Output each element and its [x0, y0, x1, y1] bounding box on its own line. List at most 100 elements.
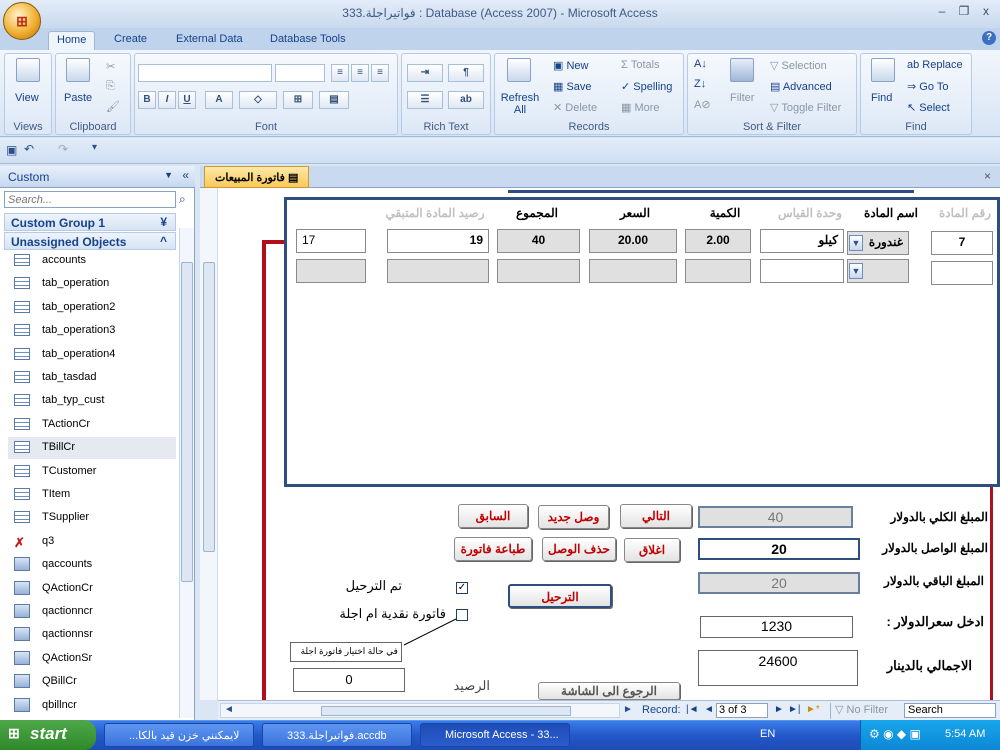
font-size-combo[interactable] — [275, 64, 325, 82]
new-extra-field[interactable] — [296, 259, 366, 283]
nav-item-q3[interactable]: ✗ q3 — [8, 531, 176, 553]
find-button[interactable]: Find — [871, 92, 892, 104]
back-main-button[interactable]: الرجوع الى الشاشة — [538, 682, 680, 700]
close-button[interactable]: x — [976, 4, 996, 20]
format-painter-icon[interactable]: 🖌 — [106, 100, 120, 113]
new-price-field[interactable] — [589, 259, 677, 283]
restore-button[interactable]: ❐ — [954, 4, 974, 20]
nav-item-tab_typ_cust[interactable]: tab_typ_cust — [8, 390, 176, 412]
record-search-field[interactable]: Search — [904, 703, 996, 718]
nav-item-accounts[interactable]: accounts — [8, 250, 176, 272]
toggle-filter-button[interactable]: ▽ Toggle Filter — [770, 101, 841, 114]
form-scroll-thumb[interactable] — [203, 262, 215, 552]
office-button[interactable]: ⊞ — [3, 2, 41, 40]
align-center-icon[interactable]: ≡ — [351, 64, 369, 82]
nav-group-custom[interactable]: Custom Group 1 ¥ — [4, 213, 176, 231]
redo-icon[interactable]: ↷ — [58, 142, 68, 156]
nav-item-qactionncr[interactable]: qactionncr — [8, 601, 176, 623]
post-button[interactable]: الترحيل — [508, 584, 612, 608]
task-browser[interactable]: ...لايمكنني خزن قيد بالكا — [104, 723, 254, 747]
customize-qat-icon[interactable]: ▾ — [92, 142, 97, 153]
nav-dropdown-icon[interactable]: ▼ — [164, 170, 173, 180]
search-icon[interactable]: ⌕ — [179, 192, 186, 207]
filter-button[interactable]: Filter — [730, 92, 754, 104]
nav-header[interactable]: Custom ▼ « — [0, 166, 195, 188]
scroll-right-icon[interactable]: ► — [623, 704, 633, 715]
new-qty-field[interactable] — [685, 259, 751, 283]
new-item-no-field[interactable] — [931, 261, 993, 285]
qty-field[interactable]: 2.00 — [685, 229, 751, 253]
no-filter-button[interactable]: ▽ No Filter — [830, 703, 888, 719]
dropdown-arrow-icon[interactable]: ▼ — [849, 263, 863, 279]
nav-item-tab_operation2[interactable]: tab_operation2 — [8, 297, 176, 319]
highlight-icon[interactable]: ab — [448, 91, 484, 109]
form-vscroll[interactable] — [200, 188, 218, 700]
delete-receipt-button[interactable]: حذف الوصل — [542, 537, 616, 561]
tab-external-data[interactable]: External Data — [168, 31, 251, 50]
close-form-icon[interactable]: × — [984, 169, 991, 183]
language-indicator[interactable]: EN — [760, 728, 775, 740]
underline-button[interactable]: U — [178, 91, 196, 109]
tray-icons[interactable]: ⚙ ◉ ◆ ▣ — [869, 727, 921, 741]
prev-record-icon[interactable]: ◄ — [704, 704, 714, 715]
tab-database-tools[interactable]: Database Tools — [262, 31, 354, 50]
paste-button[interactable]: Paste — [64, 92, 92, 104]
posted-checkbox[interactable]: ✓ — [456, 582, 468, 594]
scroll-left-icon[interactable]: ◄ — [224, 704, 234, 715]
form-tab[interactable]: فاتورة المبيعات ▤ — [204, 166, 310, 188]
copy-icon[interactable]: ⎘ — [106, 80, 115, 93]
next-button[interactable]: التالي — [620, 504, 692, 528]
clear-sort-icon[interactable]: A⊘ — [694, 98, 711, 111]
total-usd-field[interactable]: 40 — [698, 506, 853, 528]
unit-field[interactable]: كيلو — [760, 229, 844, 253]
tab-home[interactable]: Home — [48, 31, 96, 50]
indent-icon[interactable]: ⇥ — [407, 64, 443, 82]
nav-item-qbillcr[interactable]: QBillCr — [8, 671, 176, 693]
balance-field[interactable]: 19 — [387, 229, 489, 253]
nav-item-qbillncr[interactable]: qbillncr — [8, 695, 176, 717]
rate-field[interactable]: 1230 — [700, 616, 853, 638]
new-balance-field[interactable] — [387, 259, 489, 283]
total-field[interactable]: 40 — [497, 229, 580, 253]
more-button[interactable]: ▦ More — [621, 101, 660, 114]
save-record-button[interactable]: ▦ Save — [553, 80, 592, 93]
nav-item-tcustomer[interactable]: TCustomer — [8, 461, 176, 483]
last-record-icon[interactable]: ►| — [788, 704, 801, 715]
start-button[interactable]: ⊞ start — [0, 720, 96, 750]
nav-item-qactioncr[interactable]: QActionCr — [8, 578, 176, 600]
totals-button[interactable]: Σ Totals — [621, 59, 660, 71]
price-field[interactable]: 20.00 — [589, 229, 677, 253]
new-record-button[interactable]: ▣ New — [553, 59, 588, 72]
next-record-icon[interactable]: ► — [774, 704, 784, 715]
sort-desc-icon[interactable]: Z↓ — [694, 78, 706, 90]
new-receipt-button[interactable]: وصل جديد — [538, 505, 609, 529]
item-no-field[interactable]: 7 — [931, 231, 993, 255]
extra-field[interactable]: 17 — [296, 229, 366, 253]
nav-item-tab_operation4[interactable]: tab_operation4 — [8, 344, 176, 366]
task-folder[interactable]: فواتيراجلة.333.accdb — [262, 723, 412, 747]
nav-item-titem[interactable]: TItem — [8, 484, 176, 506]
print-invoice-button[interactable]: طباعة فاتورة — [454, 537, 532, 561]
fill-color-icon[interactable]: ◇ — [239, 91, 277, 109]
dropdown-arrow-icon[interactable]: ▼ — [849, 235, 863, 251]
paid-usd-field[interactable]: 20 — [698, 538, 860, 560]
select-button[interactable]: ↖ Select — [907, 101, 950, 114]
undo-icon[interactable]: ↶ — [24, 142, 34, 156]
nav-group-unassigned[interactable]: Unassigned Objects ^ — [4, 232, 176, 250]
nav-item-tsupplier[interactable]: TSupplier — [8, 507, 176, 529]
goto-button[interactable]: ⇒ Go To — [907, 80, 948, 93]
selection-button[interactable]: ▽ Selection — [770, 59, 827, 72]
nav-item-tab_operation3[interactable]: tab_operation3 — [8, 320, 176, 342]
nav-collapse-icon[interactable]: « — [182, 168, 189, 182]
nav-item-tactioncr[interactable]: TActionCr — [8, 414, 176, 436]
first-record-icon[interactable]: |◄ — [686, 704, 699, 715]
paragraph-icon[interactable]: ¶ — [448, 64, 484, 82]
list-icon[interactable]: ☰ — [407, 91, 443, 109]
form-hscroll[interactable]: ◄ — [220, 703, 620, 718]
remaining-usd-field[interactable]: 20 — [698, 572, 860, 594]
close-form-button[interactable]: اغلاق — [624, 538, 680, 562]
nav-scrollbar[interactable] — [179, 228, 194, 718]
refresh-all-button[interactable]: Refresh All — [500, 92, 540, 116]
align-left-icon[interactable]: ≡ — [331, 64, 349, 82]
nav-item-tab_operation[interactable]: tab_operation — [8, 273, 176, 295]
